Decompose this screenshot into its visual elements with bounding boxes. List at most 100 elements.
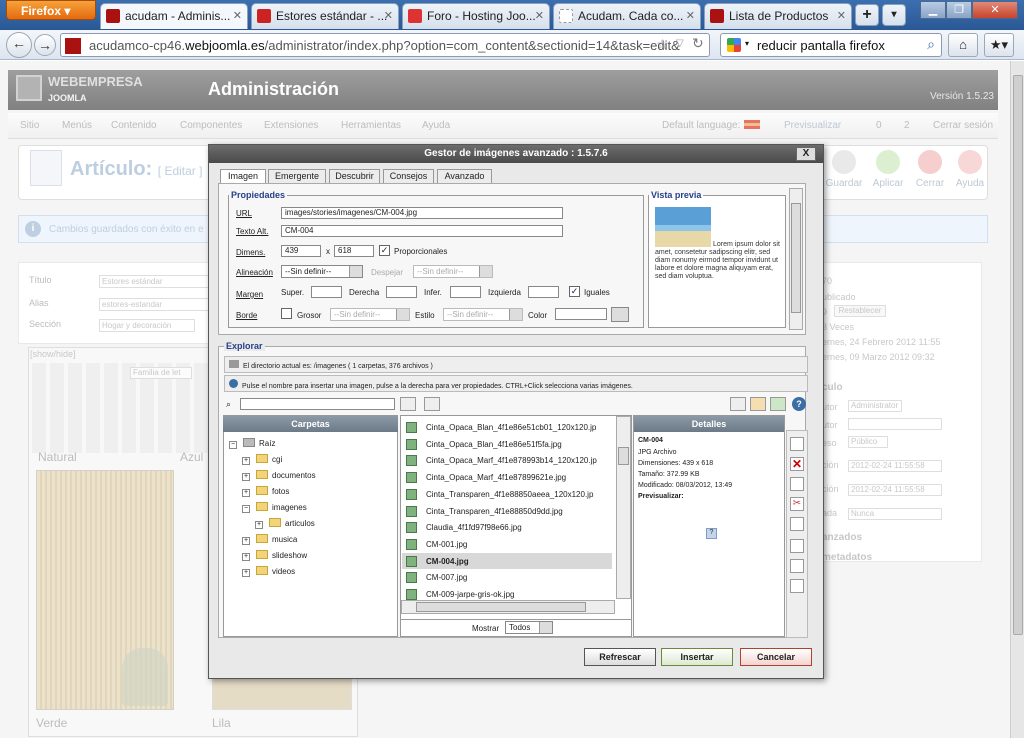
preview-scrollbar[interactable]	[789, 188, 803, 330]
url-bar[interactable]: acudamco-cp46.webjoomla.es/administrator…	[60, 33, 710, 57]
file-list-item[interactable]: Cinta_Opaca_Marf_4f1e878993b14_120x120.j…	[402, 452, 612, 468]
height-input[interactable]: 618	[334, 245, 374, 257]
expand-toggle-icon[interactable]: +	[255, 521, 263, 529]
expand-toggle-icon[interactable]: +	[242, 537, 250, 545]
tab-avanzado[interactable]: Avanzado	[437, 169, 492, 183]
equal-margins-checkbox[interactable]: ✓	[569, 286, 580, 297]
search-icon[interactable]: ⌕	[927, 36, 935, 53]
file-list-item[interactable]: Cinta_Transparen_4f1e88850d9dd.jpg	[402, 503, 612, 519]
file-list-item[interactable]: CM-004.jpg	[402, 552, 612, 569]
show-select[interactable]: Todos	[505, 621, 553, 634]
folder-musica[interactable]: + musica	[242, 534, 297, 545]
site-identity-icon[interactable]	[65, 38, 81, 54]
close-tab-icon[interactable]: ✕	[384, 9, 393, 22]
insert-button[interactable]: Insertar	[661, 648, 733, 666]
scrollbar-thumb[interactable]	[1013, 75, 1023, 635]
file-list-vscrollbar[interactable]	[616, 416, 631, 599]
tab-acudam[interactable]: Acudam. Cada co... ✕	[553, 3, 701, 29]
width-input[interactable]: 439	[281, 245, 321, 257]
folder-documentos[interactable]: + documentos	[242, 470, 316, 481]
page-scrollbar[interactable]	[1010, 61, 1024, 738]
file-list-item[interactable]: CM-007.jpg	[402, 569, 612, 585]
copy-icon[interactable]	[790, 477, 804, 491]
folder-fotos[interactable]: + fotos	[242, 486, 289, 497]
margin-top-input[interactable]	[311, 286, 342, 298]
file-list-item[interactable]: Cinta_Transparen_4f1e88850aeea_120x120.j…	[402, 486, 612, 502]
zoom-icon[interactable]	[790, 517, 804, 531]
url-input[interactable]: images/stories/imagenes/CM-004.jpg	[281, 207, 563, 219]
resize-icon[interactable]	[790, 559, 804, 573]
up-folder-icon[interactable]	[424, 397, 440, 411]
engine-dropdown-icon[interactable]: ▾	[745, 39, 749, 48]
tab-list-button[interactable]: ▾	[882, 4, 906, 26]
file-list-item[interactable]: Cinta_Opaca_Blan_4f1e86e51cb01_120x120.j…	[402, 419, 612, 435]
insert-icon[interactable]	[790, 437, 804, 451]
help-icon[interactable]: ?	[792, 397, 806, 411]
close-tab-icon[interactable]: ✕	[233, 9, 242, 22]
expand-toggle-icon[interactable]: +	[242, 569, 250, 577]
file-list-item[interactable]: Cinta_Opaca_Marf_4f1e87899621e.jpg	[402, 469, 612, 485]
expand-toggle-icon[interactable]: +	[242, 553, 250, 561]
margin-right-input[interactable]	[386, 286, 417, 298]
expand-toggle-icon[interactable]: +	[242, 489, 250, 497]
alt-input[interactable]: CM-004	[281, 225, 563, 237]
reload-icon[interactable]: ↻	[692, 35, 704, 52]
dialog-close-button[interactable]: X	[796, 147, 816, 161]
new-tab-button[interactable]: +	[855, 4, 879, 26]
file-list-hscrollbar[interactable]	[401, 600, 615, 614]
tab-lista-productos[interactable]: Lista de Productos ✕	[704, 3, 852, 29]
proportional-checkbox[interactable]: ✓	[379, 245, 390, 256]
rename-icon[interactable]	[790, 539, 804, 553]
tab-estores[interactable]: Estores estándar - ... ✕	[251, 3, 399, 29]
thickness-select[interactable]: --Sin definir--	[330, 308, 410, 321]
minimize-button[interactable]: ▁	[920, 1, 946, 19]
new-folder-icon[interactable]	[750, 397, 766, 411]
folder-videos[interactable]: + videos	[242, 566, 295, 577]
file-list-item[interactable]: CM-001.jpg	[402, 536, 612, 552]
expand-toggle-icon[interactable]: +	[242, 473, 250, 481]
maximize-button[interactable]: ❐	[946, 1, 972, 19]
margin-left-input[interactable]	[528, 286, 559, 298]
close-window-button[interactable]: ✕	[972, 1, 1018, 19]
folder-ra-z[interactable]: − Raíz	[229, 438, 275, 449]
bookmark-star-icon[interactable]: ☆	[656, 36, 669, 53]
preview-scrollbar-thumb[interactable]	[791, 203, 801, 313]
file-list-item[interactable]: Cinta_Opaca_Blan_4f1e86e51f5fa.jpg	[402, 436, 612, 452]
close-tab-icon[interactable]: ✕	[535, 9, 544, 22]
close-tab-icon[interactable]: ✕	[686, 9, 695, 22]
folder-articulos[interactable]: + articulos	[255, 518, 315, 529]
folder-slideshow[interactable]: + slideshow	[242, 550, 307, 561]
file-vscroll-thumb[interactable]	[618, 447, 629, 465]
back-button[interactable]: ←	[6, 32, 32, 58]
filter-input[interactable]	[240, 398, 395, 410]
folder-imagenes[interactable]: − imagenes	[242, 502, 307, 513]
color-picker-icon[interactable]	[611, 307, 629, 322]
tab-consejos[interactable]: Consejos	[383, 169, 434, 183]
history-dropdown-icon[interactable]: ▽	[676, 38, 684, 49]
border-checkbox[interactable]	[281, 308, 292, 319]
file-list-item[interactable]: Claudia_4f1fd97f98e66.jpg	[402, 519, 612, 535]
folder-cgi[interactable]: + cgi	[242, 454, 282, 465]
refresh-button[interactable]: Refrescar	[584, 648, 656, 666]
forward-button[interactable]: →	[34, 34, 56, 56]
tab-foro[interactable]: Foro - Hosting Joo... ✕	[402, 3, 550, 29]
align-select[interactable]: --Sin definir--	[281, 265, 363, 278]
search-bar[interactable]: ▾ reducir pantalla firefox ⌕	[720, 33, 942, 57]
expand-toggle-icon[interactable]: −	[229, 441, 237, 449]
expand-toggle-icon[interactable]: +	[242, 457, 250, 465]
delete-icon[interactable]: ✕	[790, 457, 804, 471]
refresh-list-icon[interactable]	[400, 397, 416, 411]
tab-emergente[interactable]: Emergente	[268, 169, 326, 183]
tab-acudam-admin[interactable]: acudam - Adminis... ✕	[100, 3, 248, 29]
file-hscroll-thumb[interactable]	[416, 602, 586, 612]
cancel-button[interactable]: Cancelar	[740, 648, 812, 666]
close-tab-icon[interactable]: ✕	[837, 9, 846, 22]
cut-icon[interactable]: ✂	[790, 497, 804, 511]
color-input[interactable]	[555, 308, 607, 320]
home-button[interactable]: ⌂	[948, 33, 978, 57]
expand-toggle-icon[interactable]: −	[242, 505, 250, 513]
upload-icon[interactable]	[770, 397, 786, 411]
view-details-icon[interactable]	[730, 397, 746, 411]
firefox-menu-button[interactable]: Firefox ▾	[6, 0, 96, 20]
tab-imagen[interactable]: Imagen	[220, 169, 266, 184]
